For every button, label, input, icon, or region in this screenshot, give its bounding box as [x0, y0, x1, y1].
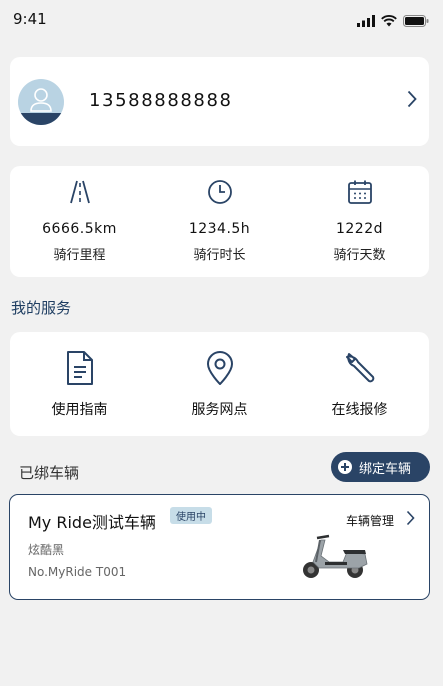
- location-pin-icon: [150, 350, 289, 386]
- status-badge: 使用中: [170, 507, 212, 524]
- document-icon: [10, 350, 149, 386]
- road-icon: [10, 179, 149, 207]
- stat-duration: 1234.5h 骑行时长: [150, 166, 289, 277]
- service-label: 使用指南: [51, 402, 108, 418]
- service-outlets[interactable]: 服务网点: [150, 332, 289, 436]
- services-title: 我的服务: [11, 299, 72, 317]
- calendar-icon: [290, 179, 429, 207]
- plus-icon: [338, 460, 352, 474]
- vehicle-manage-link[interactable]: 车辆管理: [346, 512, 394, 529]
- vehicle-name: My Ride测试车辆: [28, 513, 156, 532]
- profile-card[interactable]: 13588888888: [10, 57, 429, 146]
- stat-label: 骑行时长: [193, 248, 246, 263]
- service-label: 在线报修: [331, 402, 388, 418]
- chevron-right-icon[interactable]: [407, 90, 417, 112]
- battery-icon: [403, 12, 429, 31]
- avatar[interactable]: [18, 79, 64, 125]
- vehicle-number: No.MyRide T001: [28, 565, 127, 579]
- phone-number: 13588888888: [89, 90, 233, 111]
- chevron-right-icon[interactable]: [406, 510, 415, 530]
- service-user-guide[interactable]: 使用指南: [10, 332, 149, 436]
- stat-value: 6666.5km: [42, 221, 117, 237]
- clock-icon: [150, 179, 289, 207]
- wifi-icon: [381, 12, 397, 31]
- service-repair[interactable]: 在线报修: [290, 332, 429, 436]
- status-icons: [357, 12, 429, 31]
- stat-label: 骑行里程: [53, 248, 106, 263]
- bind-vehicle-label: 绑定车辆: [359, 461, 412, 477]
- vehicle-color: 炫酷黑: [28, 543, 65, 557]
- ride-stats-card: 6666.5km 骑行里程 1234.5h 骑行时长 1222d 骑行天数: [10, 166, 429, 277]
- bound-vehicles-title: 已绑车辆: [19, 464, 80, 482]
- services-card: 使用指南 服务网点 在线报修: [10, 332, 429, 436]
- service-label: 服务网点: [191, 402, 248, 418]
- stat-label: 骑行天数: [333, 248, 386, 263]
- status-bar: 9:41: [0, 0, 443, 40]
- bind-vehicle-button[interactable]: 绑定车辆: [331, 452, 430, 482]
- stat-distance: 6666.5km 骑行里程: [10, 166, 149, 277]
- stat-value: 1234.5h: [188, 221, 251, 237]
- wrench-icon: [290, 350, 429, 386]
- stat-days: 1222d 骑行天数: [290, 166, 429, 277]
- vehicle-card[interactable]: My Ride测试车辆 使用中 炫酷黑 No.MyRide T001 车辆管理: [9, 494, 430, 600]
- stat-value: 1222d: [335, 221, 383, 237]
- signal-icon: [357, 12, 375, 31]
- scooter-image: [299, 532, 371, 584]
- status-time: 9:41: [13, 10, 47, 28]
